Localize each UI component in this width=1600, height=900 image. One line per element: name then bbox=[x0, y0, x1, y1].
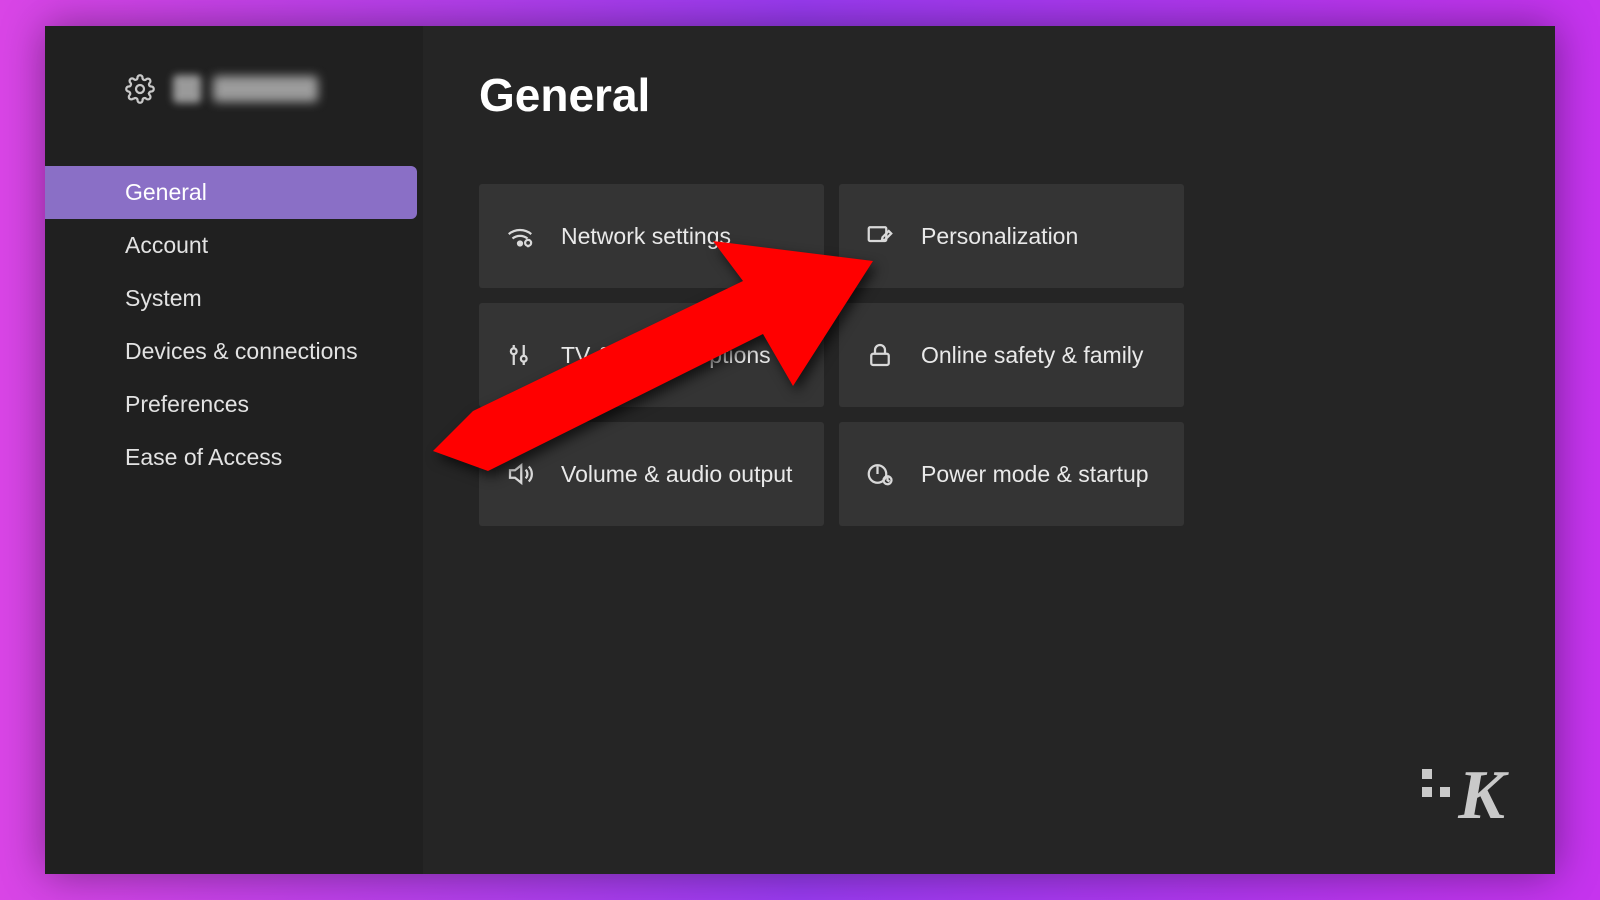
watermark-dots bbox=[1422, 769, 1450, 797]
sidebar-item-label: Devices & connections bbox=[125, 338, 358, 365]
network-icon bbox=[505, 221, 535, 251]
tile-grid: Network settings Personalization TV & di… bbox=[479, 184, 1555, 526]
sidebar-item-label: Preferences bbox=[125, 391, 249, 418]
sidebar-item-devices[interactable]: Devices & connections bbox=[45, 325, 423, 378]
tile-label: TV & display options bbox=[561, 342, 771, 369]
sliders-icon bbox=[505, 340, 535, 370]
profile-name-redacted bbox=[173, 75, 318, 103]
sidebar-item-system[interactable]: System bbox=[45, 272, 423, 325]
volume-icon bbox=[505, 459, 535, 489]
tile-tv-display-options[interactable]: TV & display options bbox=[479, 303, 824, 407]
tile-label: Online safety & family bbox=[921, 342, 1143, 369]
watermark-text: K bbox=[1458, 756, 1505, 836]
gear-icon bbox=[125, 74, 155, 104]
tile-volume-audio-output[interactable]: Volume & audio output bbox=[479, 422, 824, 526]
sidebar-item-ease-of-access[interactable]: Ease of Access bbox=[45, 431, 423, 484]
page-title: General bbox=[479, 68, 1555, 122]
sidebar-item-general[interactable]: General bbox=[45, 166, 417, 219]
sidebar-item-label: Account bbox=[125, 232, 208, 259]
personalize-icon bbox=[865, 221, 895, 251]
main-pane: General Network settings Personalization bbox=[423, 26, 1555, 874]
tile-power-mode-startup[interactable]: Power mode & startup bbox=[839, 422, 1184, 526]
tile-personalization[interactable]: Personalization bbox=[839, 184, 1184, 288]
sidebar-item-label: System bbox=[125, 285, 202, 312]
watermark: K bbox=[1422, 756, 1505, 836]
lock-icon bbox=[865, 340, 895, 370]
sidebar: General Account System Devices & connect… bbox=[45, 26, 423, 874]
sidebar-item-account[interactable]: Account bbox=[45, 219, 423, 272]
tile-network-settings[interactable]: Network settings bbox=[479, 184, 824, 288]
sidebar-item-label: General bbox=[125, 179, 207, 206]
settings-window: General Account System Devices & connect… bbox=[45, 26, 1555, 874]
tile-label: Volume & audio output bbox=[561, 461, 792, 488]
tile-online-safety-family[interactable]: Online safety & family bbox=[839, 303, 1184, 407]
tile-label: Power mode & startup bbox=[921, 461, 1149, 488]
tile-label: Personalization bbox=[921, 223, 1078, 250]
power-icon bbox=[865, 459, 895, 489]
tile-label: Network settings bbox=[561, 223, 731, 250]
sidebar-header bbox=[45, 74, 423, 104]
sidebar-item-preferences[interactable]: Preferences bbox=[45, 378, 423, 431]
gradient-frame: General Account System Devices & connect… bbox=[0, 0, 1600, 900]
sidebar-item-label: Ease of Access bbox=[125, 444, 282, 471]
